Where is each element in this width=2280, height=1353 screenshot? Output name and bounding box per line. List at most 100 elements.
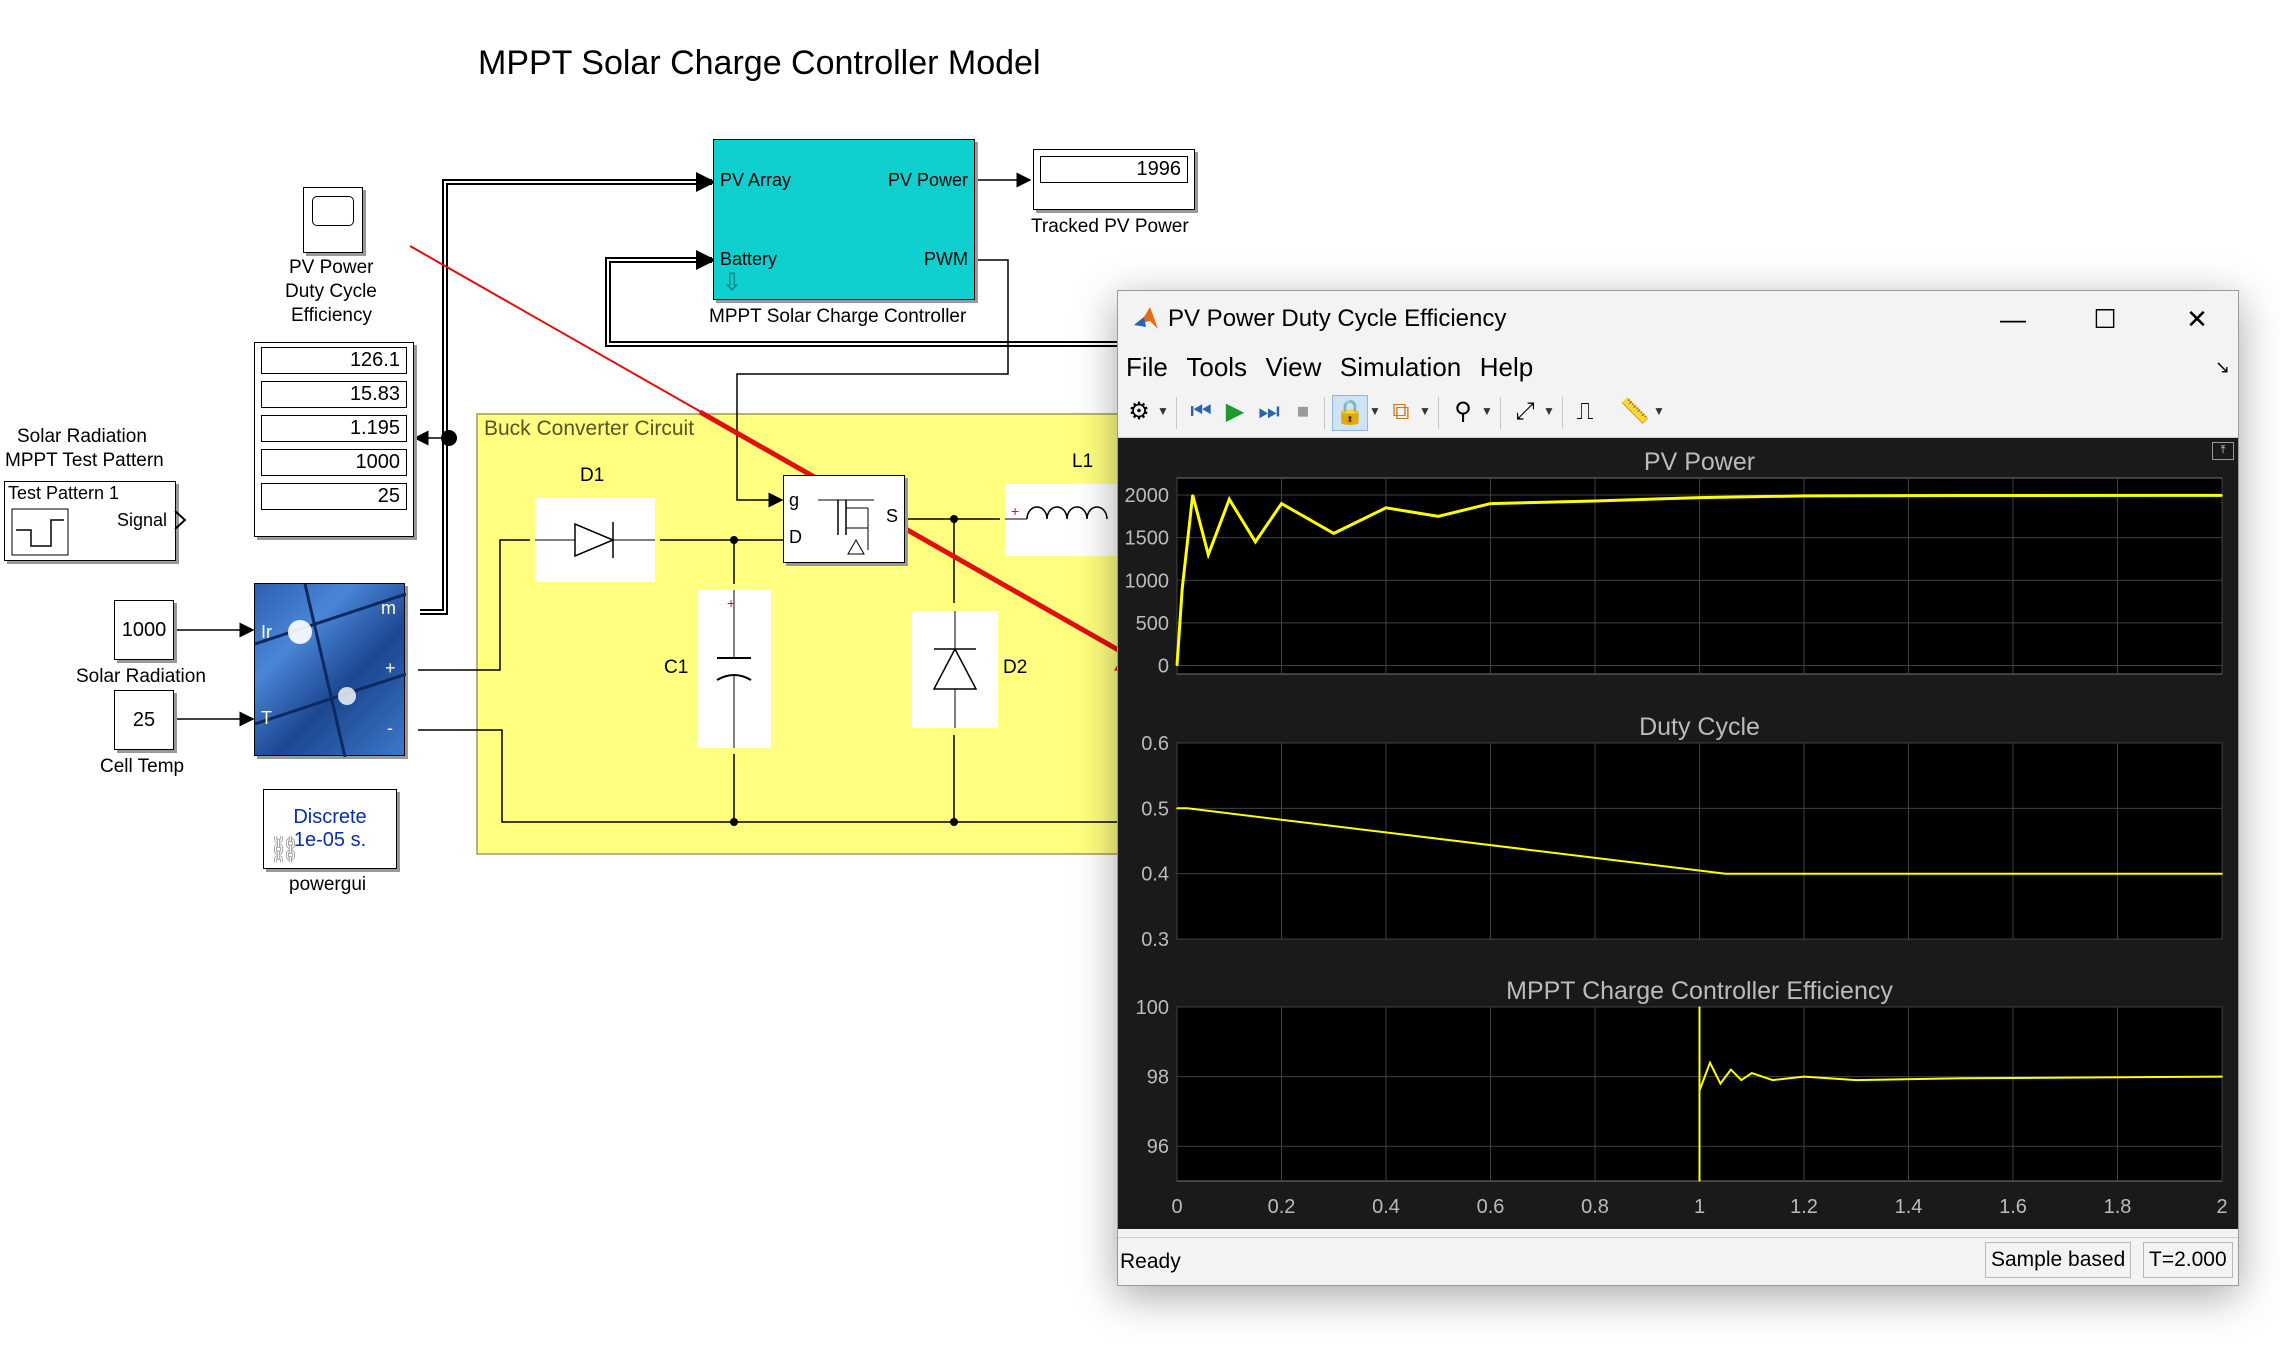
y-tick-label: 100 [1136, 997, 1169, 1019]
scope-block[interactable] [303, 187, 363, 253]
menu-simulation[interactable]: Simulation [1340, 347, 1461, 387]
chevron-down-icon[interactable]: ▼ [1156, 401, 1170, 421]
d1-label: D1 [580, 465, 605, 486]
data-point [1803, 495, 1805, 497]
run-icon[interactable]: ▶ [1218, 395, 1252, 429]
data-cursor-icon[interactable]: ⎍ [1568, 395, 1602, 429]
close-icon[interactable]: ✕ [2174, 299, 2220, 339]
output-port-icon [174, 510, 186, 530]
mppt-controller-block[interactable]: PV Array Battery PV Power PWM ⇩ [713, 139, 975, 300]
triggers-icon[interactable]: ⚲ [1446, 395, 1480, 429]
x-tick-label: 0.6 [1477, 1196, 1505, 1218]
x-tick-label: 0.2 [1268, 1196, 1296, 1218]
menu-file[interactable]: File [1126, 347, 1168, 387]
solar-radiation-constant[interactable]: 1000 [114, 600, 174, 660]
plot-title: MPPT Charge Controller Efficiency [1506, 977, 1893, 1005]
pv-port-m: m [381, 598, 396, 618]
data-point [2221, 872, 2223, 875]
display-value: 1000 [261, 449, 407, 476]
scope-window[interactable]: PV Power Duty Cycle Efficiency — ☐ ✕ Fil… [1117, 290, 2239, 1286]
powergui-label: powergui [289, 874, 367, 895]
autoscale-icon[interactable]: ⤢ [1508, 395, 1542, 429]
settings-icon[interactable]: ⚙ [1122, 395, 1156, 429]
undock-icon[interactable]: ↘ [2215, 357, 2230, 378]
data-point [1176, 807, 1178, 810]
test-pattern-block[interactable]: Test Pattern 1 Signal [4, 481, 176, 561]
data-point [1709, 1061, 1711, 1064]
maximize-icon[interactable]: ☐ [2082, 299, 2128, 339]
minimize-icon[interactable]: — [1990, 299, 2036, 339]
controller-port-pv-power: PV Power [887, 170, 968, 190]
data-point [1771, 1079, 1774, 1081]
powergui-block[interactable]: Discrete 1e-05 s. ⛓ [263, 789, 397, 869]
measurements-icon[interactable]: 📏 [1618, 395, 1652, 429]
y-tick-label: 0 [1158, 655, 1169, 677]
y-tick-label: 1000 [1125, 570, 1170, 592]
data-point [1724, 872, 1727, 875]
buck-converter-label: Buck Converter Circuit [484, 417, 695, 440]
scope-label-2: Duty Cycle [285, 281, 377, 302]
menu-view[interactable]: View [1266, 347, 1322, 387]
scope-plot-area[interactable]: ⤒ PV Power 0 500 1000 1500 2000 Duty Cycle 0.3 0… [1118, 438, 2238, 1229]
scope-label-1: PV Power [289, 257, 374, 278]
powergui-line1: Discrete [293, 806, 367, 828]
tracked-pv-display[interactable]: 1996 [1033, 149, 1195, 210]
inductor-l1[interactable]: + [1005, 484, 1117, 556]
svg-text:+: + [1011, 503, 1019, 519]
scope-titlebar[interactable]: PV Power Duty Cycle Efficiency — ☐ ✕ [1118, 291, 2238, 347]
c1-label: C1 [664, 657, 689, 678]
test-pattern-label-2: MPPT Test Pattern [5, 450, 164, 471]
status-sample-mode: Sample based [1985, 1242, 2132, 1278]
data-point [2221, 494, 2223, 497]
step-back-icon[interactable]: ⏮ [1184, 395, 1218, 429]
expand-axes-icon[interactable]: ⤒ [2212, 442, 2234, 460]
data-point [1803, 1075, 1805, 1078]
toolbar-divider [1438, 397, 1439, 429]
menu-help[interactable]: Help [1480, 347, 1533, 387]
data-point [2221, 1075, 2223, 1078]
mosfet-block[interactable]: g D S [783, 475, 905, 563]
controller-port-pv-array: PV Array [720, 170, 792, 190]
data-point [1254, 541, 1257, 543]
measurement-display[interactable]: 126.1 15.83 1.195 1000 25 [254, 342, 414, 537]
mosfet-port-s: S [886, 506, 899, 526]
step-forward-icon[interactable]: ⏭ [1252, 395, 1286, 429]
x-tick-label: 0.8 [1581, 1196, 1609, 1218]
data-point [1698, 1006, 1701, 1008]
data-point [1176, 664, 1178, 667]
test-pattern-label-1: Solar Radiation [17, 426, 147, 447]
data-point [1186, 807, 1189, 810]
chevron-down-icon[interactable]: ▼ [1480, 401, 1494, 421]
capacitor-c1[interactable]: + [697, 590, 771, 748]
diode-d1[interactable] [535, 498, 655, 582]
data-point [1228, 498, 1231, 501]
x-tick-label: 0 [1171, 1196, 1182, 1218]
data-point [1191, 494, 1194, 496]
y-tick-label: 0.6 [1141, 733, 1169, 755]
data-point [1594, 500, 1596, 502]
diode-d2[interactable] [912, 611, 998, 728]
down-arrow-icon: ⇩ [722, 269, 743, 296]
menu-tools[interactable]: Tools [1186, 347, 1247, 387]
mosfet-port-d: D [789, 527, 802, 547]
lock-icon[interactable]: 🔒 [1332, 395, 1368, 431]
cell-temp-constant[interactable]: 25 [114, 690, 174, 750]
plot-title: Duty Cycle [1639, 713, 1760, 741]
chevron-down-icon[interactable]: ▼ [1542, 401, 1556, 421]
chevron-down-icon[interactable]: ▼ [1418, 401, 1432, 421]
pv-array-block[interactable]: Ir T m + - [254, 583, 406, 757]
inductor-icon: + [1005, 503, 1108, 520]
signal-selector-icon[interactable]: ⧉ [1384, 395, 1418, 429]
status-time: T=2.000 [2143, 1242, 2233, 1278]
chevron-down-icon[interactable]: ▼ [1652, 401, 1666, 421]
test-pattern-name: Test Pattern 1 [8, 483, 120, 503]
link-icon: ⛓ [268, 834, 302, 864]
scope-toolbar: ⚙ ▼ ⏮ ▶ ⏭ ⏹ 🔒 ▼ ⧉ ▼ ⚲ ▼ ⤢ ▼ ⎍ 📏 ▼ [1118, 387, 2238, 438]
data-point [1207, 553, 1210, 556]
stop-icon[interactable]: ⏹ [1286, 395, 1320, 429]
display-value: 126.1 [261, 347, 407, 374]
chevron-down-icon[interactable]: ▼ [1368, 401, 1382, 421]
mosfet-port-g: g [789, 490, 800, 510]
plot-title: PV Power [1644, 448, 1755, 476]
x-tick-label: 1 [1694, 1196, 1705, 1218]
